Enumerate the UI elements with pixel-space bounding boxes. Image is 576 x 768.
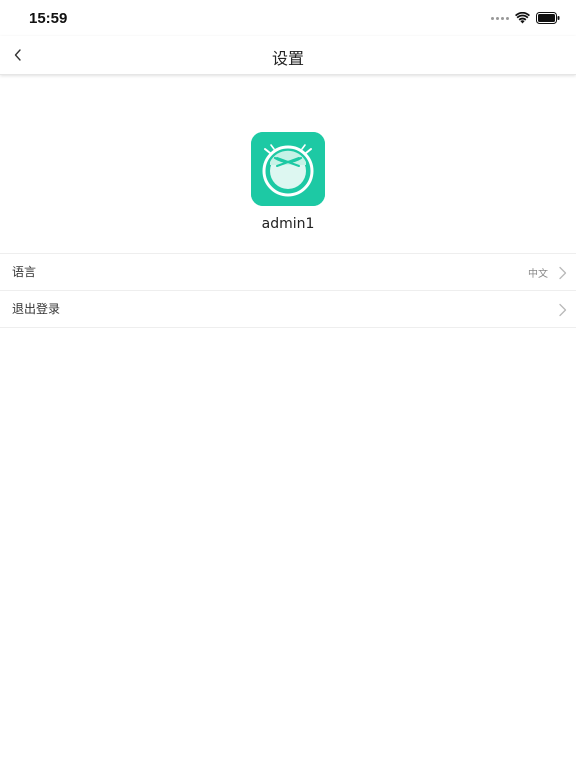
- battery-icon: [536, 9, 560, 28]
- row-label-logout: 退出登录: [12, 302, 61, 316]
- page-title: 设置: [271, 49, 304, 68]
- chevron-right-icon: [558, 265, 568, 280]
- profile-section: admin1: [0, 74, 576, 254]
- robot-vacuum-logo-icon: [251, 132, 325, 206]
- settings-row-language[interactable]: 语言 中文: [0, 253, 576, 290]
- status-time: 15:59: [29, 10, 68, 27]
- status-icons: [491, 11, 560, 25]
- row-label-language: 语言: [12, 265, 37, 279]
- username: admin1: [261, 216, 315, 232]
- settings-screen: 15:59 设置 admin1 语言 中文 退出登录: [0, 0, 576, 768]
- settings-list: 语言 中文 退出登录: [0, 253, 576, 328]
- navigation-bar: 设置: [0, 36, 576, 75]
- signal-dots-icon: [491, 16, 509, 20]
- status-bar: 15:59: [0, 0, 576, 36]
- wifi-icon: [515, 9, 530, 28]
- row-value-language: 中文: [528, 269, 548, 280]
- chevron-right-icon: [558, 302, 568, 317]
- settings-row-logout[interactable]: 退出登录: [0, 290, 576, 328]
